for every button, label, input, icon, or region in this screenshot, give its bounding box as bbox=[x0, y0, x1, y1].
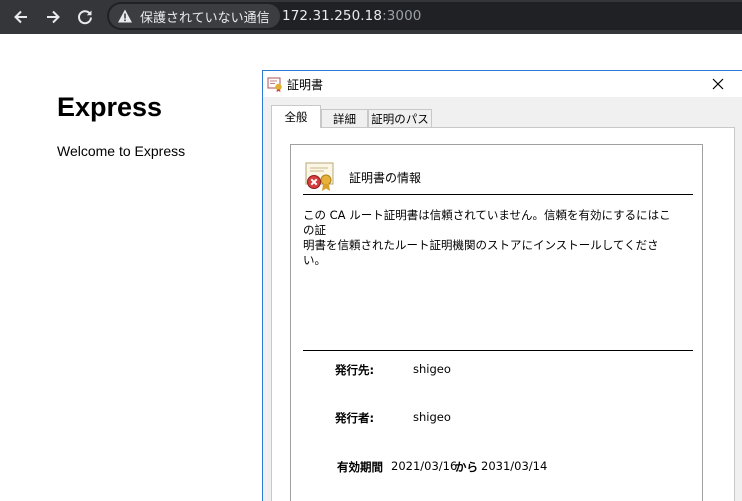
url-text[interactable]: 172.31.250.18:3000 bbox=[282, 8, 421, 24]
issued-by-label: 発行者: bbox=[335, 411, 375, 425]
forward-button[interactable] bbox=[40, 4, 66, 30]
tab-certification-path[interactable]: 証明のパス bbox=[368, 109, 432, 127]
page-heading: Express bbox=[57, 92, 163, 122]
validity-label: 有効期間 bbox=[337, 460, 383, 474]
general-tab-panel: 証明書の情報 この CA ルート証明書は信頼されていません。信頼を有効にするには… bbox=[271, 127, 735, 501]
security-indicator[interactable]: 保護されていない通信 bbox=[109, 4, 280, 28]
back-button[interactable] bbox=[8, 4, 34, 30]
arrow-left-icon bbox=[14, 10, 27, 24]
url-port: :3000 bbox=[382, 8, 422, 24]
issued-to-value: shigeo bbox=[413, 362, 451, 376]
address-bar[interactable]: 保護されていない通信 172.31.250.18:3000 bbox=[107, 2, 742, 30]
security-label: 保護されていない通信 bbox=[140, 10, 270, 26]
valid-from-value: 2021/03/16 bbox=[391, 459, 458, 473]
page-welcome-text: Welcome to Express bbox=[57, 143, 186, 159]
certificate-info-box: 証明書の情報 この CA ルート証明書は信頼されていません。信頼を有効にするには… bbox=[290, 144, 703, 501]
issued-to-label: 発行先: bbox=[335, 363, 375, 377]
reload-button[interactable] bbox=[72, 4, 98, 30]
url-host: 172.31.250.18 bbox=[282, 8, 383, 24]
certificate-error-icon bbox=[305, 162, 334, 191]
certificate-icon bbox=[267, 77, 282, 92]
certificate-dialog: 証明書 全般 詳細 証明のパス 証明書の情報 この CA ルート証明書は信頼され… bbox=[262, 70, 742, 501]
dialog-close-button[interactable] bbox=[703, 71, 733, 97]
certificate-info-title: 証明書の情報 bbox=[349, 171, 422, 185]
tab-details[interactable]: 詳細 bbox=[321, 109, 368, 127]
warning-line-2: 明書を信頼されたルート証明機関のストアにインストールしてください。 bbox=[303, 238, 659, 267]
valid-to-value: 2031/03/14 bbox=[481, 459, 548, 473]
browser-toolbar: 保護されていない通信 172.31.250.18:3000 bbox=[0, 0, 742, 34]
dialog-titlebar[interactable]: 証明書 bbox=[263, 71, 742, 97]
warning-line-1: この CA ルート証明書は信頼されていません。信頼を有効にするにはこの証 bbox=[303, 208, 671, 237]
arrow-right-icon bbox=[47, 10, 60, 24]
reload-icon bbox=[78, 10, 92, 25]
tab-general[interactable]: 全般 bbox=[271, 105, 321, 128]
warning-triangle-icon bbox=[118, 9, 132, 23]
divider bbox=[303, 350, 693, 351]
issued-by-value: shigeo bbox=[413, 410, 451, 424]
dialog-title: 証明書 bbox=[287, 78, 324, 92]
certificate-warning-text: この CA ルート証明書は信頼されていません。信頼を有効にするにはこの証 明書を… bbox=[303, 208, 675, 268]
divider bbox=[303, 194, 693, 195]
validity-separator: から bbox=[455, 460, 478, 474]
close-icon bbox=[712, 78, 724, 90]
